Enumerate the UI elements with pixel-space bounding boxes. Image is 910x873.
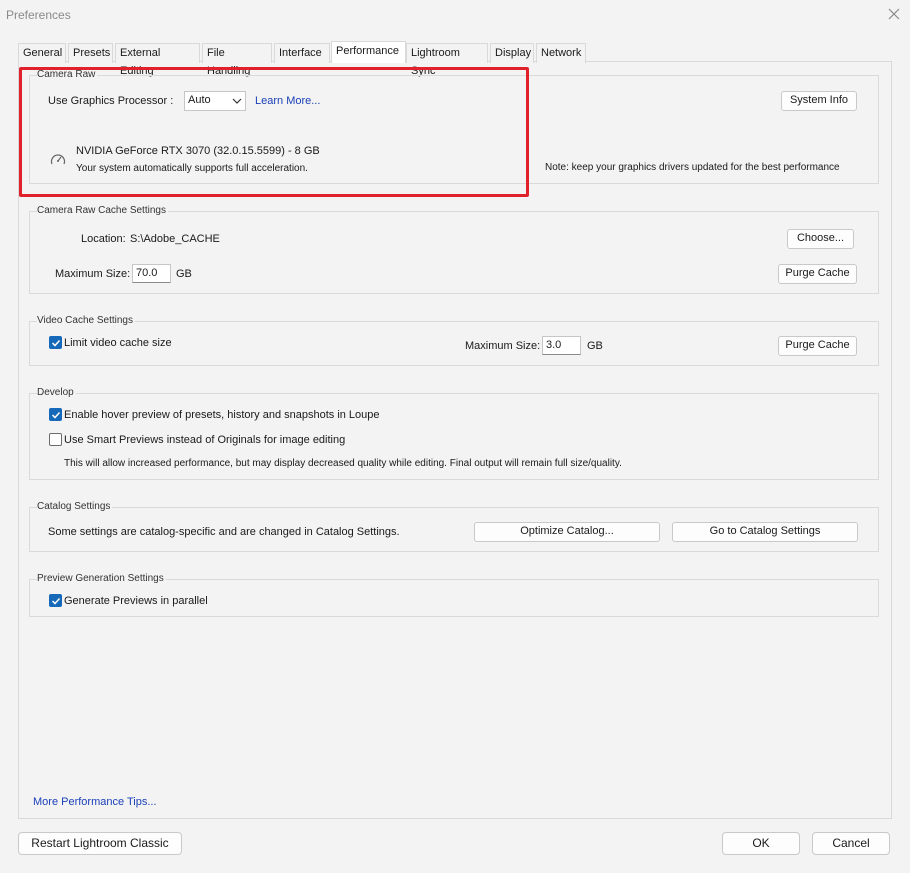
- more-performance-tips-link[interactable]: More Performance Tips...: [33, 796, 157, 808]
- tab-display[interactable]: Display: [490, 43, 534, 63]
- close-icon[interactable]: [886, 6, 902, 22]
- previews-parallel-label: Generate Previews in parallel: [64, 595, 208, 607]
- hover-preview-label: Enable hover preview of presets, history…: [64, 409, 380, 421]
- tab-network[interactable]: Network: [536, 43, 586, 63]
- driver-note: Note: keep your graphics drivers updated…: [545, 162, 840, 173]
- purge-video-cache-button[interactable]: Purge Cache: [778, 336, 857, 356]
- go-to-catalog-settings-button[interactable]: Go to Catalog Settings: [672, 522, 858, 542]
- smart-previews-note: This will allow increased performance, b…: [64, 458, 622, 469]
- choose-button[interactable]: Choose...: [787, 229, 854, 249]
- limit-video-cache-checkbox[interactable]: [49, 336, 62, 349]
- annotation-highlight-box: [19, 67, 529, 197]
- smart-previews-label: Use Smart Previews instead of Originals …: [64, 434, 346, 446]
- cache-max-size-input[interactable]: 70.0: [132, 264, 171, 283]
- system-info-button[interactable]: System Info: [781, 91, 857, 111]
- preview-generation-legend: Preview Generation Settings: [37, 573, 166, 584]
- cache-location-value: S:\Adobe_CACHE: [130, 233, 220, 245]
- smart-previews-checkbox[interactable]: [49, 433, 62, 446]
- checkmark-icon: [51, 597, 60, 605]
- tab-performance[interactable]: Performance: [331, 41, 406, 63]
- previews-parallel-checkbox[interactable]: [49, 594, 62, 607]
- tab-presets[interactable]: Presets: [68, 43, 113, 63]
- hover-preview-checkbox[interactable]: [49, 408, 62, 421]
- tab-interface[interactable]: Interface: [274, 43, 330, 63]
- restart-lightroom-button[interactable]: Restart Lightroom Classic: [18, 832, 182, 855]
- window-title: Preferences: [6, 8, 71, 22]
- cancel-button[interactable]: Cancel: [812, 832, 890, 855]
- optimize-catalog-button[interactable]: Optimize Catalog...: [474, 522, 660, 542]
- develop-legend: Develop: [37, 387, 76, 398]
- catalog-settings-legend: Catalog Settings: [37, 501, 113, 512]
- tab-lightroom-sync[interactable]: Lightroom Sync: [406, 43, 488, 77]
- cache-unit: GB: [176, 268, 192, 280]
- camera-raw-cache-legend: Camera Raw Cache Settings: [37, 205, 168, 216]
- ok-button[interactable]: OK: [722, 832, 800, 855]
- tab-file-handling[interactable]: File Handling: [202, 43, 272, 77]
- video-max-size-label: Maximum Size:: [465, 340, 541, 352]
- tab-external-editing[interactable]: External Editing: [115, 43, 200, 77]
- video-max-size-input[interactable]: 3.0: [542, 336, 581, 355]
- limit-video-cache-label: Limit video cache size: [64, 337, 172, 349]
- checkmark-icon: [51, 339, 60, 347]
- checkmark-icon: [51, 411, 60, 419]
- tab-general[interactable]: General: [18, 43, 66, 63]
- cache-max-size-label: Maximum Size:: [55, 268, 131, 280]
- catalog-settings-text: Some settings are catalog-specific and a…: [48, 526, 400, 538]
- video-unit: GB: [587, 340, 603, 352]
- video-cache-legend: Video Cache Settings: [37, 315, 135, 326]
- purge-cache-button[interactable]: Purge Cache: [778, 264, 857, 284]
- cache-location-label: Location:: [81, 233, 126, 245]
